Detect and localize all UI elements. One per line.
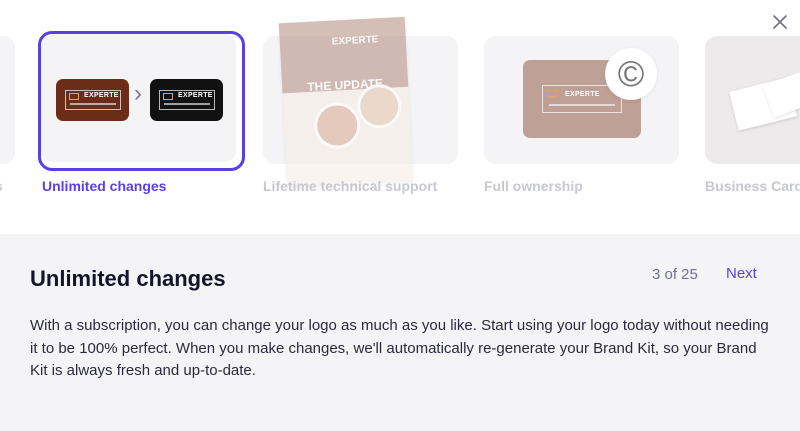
carousel-card-previous[interactable] <box>0 36 15 164</box>
flyer-preview: EXPERTE THE UPDATE <box>278 16 414 188</box>
brand-kit-modal: s EXPERTE EXPERTE › Unlimited changes EX… <box>0 0 800 431</box>
copyright-icon: © <box>605 48 657 100</box>
carousel-card-label-full-ownership[interactable]: Full ownership <box>484 178 583 194</box>
carousel-card-label-lifetime-support[interactable]: Lifetime technical support <box>263 178 437 194</box>
copyright-glyph: © <box>617 53 645 94</box>
carousel-card-label-previous: s <box>0 178 3 194</box>
feature-detail-panel: Unlimited changes 3 of 25 Next With a su… <box>0 234 800 431</box>
feature-title: Unlimited changes <box>30 266 226 291</box>
feature-description: With a subscription, you can change your… <box>30 317 769 379</box>
flyer-photo-left <box>313 101 362 150</box>
slide-counter: 3 of 25 <box>652 266 698 283</box>
carousel-card-business-card[interactable] <box>705 36 800 164</box>
feature-carousel: s EXPERTE EXPERTE › Unlimited changes EX… <box>0 0 800 234</box>
logo-wordmark: EXPERTE <box>565 91 600 98</box>
logo-tagline-line <box>549 104 615 106</box>
carousel-card-label-business-card[interactable]: Business Card <box>705 178 800 194</box>
logo-mark-icon <box>547 90 557 97</box>
next-button[interactable]: Next <box>726 265 757 282</box>
flyer-photo-right <box>356 83 403 130</box>
carousel-card-label-unlimited-changes[interactable]: Unlimited changes <box>42 178 166 194</box>
selected-card-outline <box>38 31 245 171</box>
